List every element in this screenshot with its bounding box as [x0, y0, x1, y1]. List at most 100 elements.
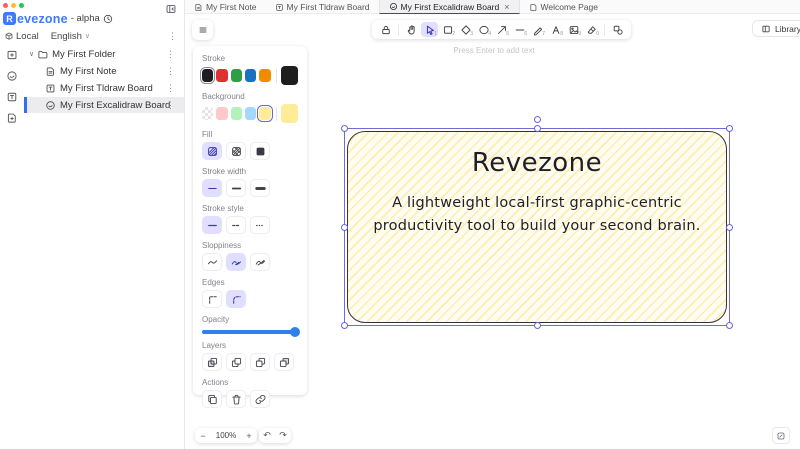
tab-label: My First Excalidraw Board	[400, 1, 500, 12]
tab-welcome-page[interactable]: Welcome Page	[520, 0, 607, 14]
workspace-selector[interactable]: Local	[4, 31, 39, 42]
stroke-color-blue[interactable]	[244, 69, 257, 82]
rotation-handle[interactable]	[533, 116, 541, 123]
lock-icon	[380, 24, 392, 36]
file-plus-icon	[6, 112, 18, 124]
stroke-width-extrabold-button[interactable]	[250, 179, 270, 197]
stroke-style-dashed-button[interactable]	[226, 216, 246, 234]
delete-button[interactable]	[226, 390, 246, 408]
stroke-style-dotted-button[interactable]	[250, 216, 270, 234]
lock-tool-button[interactable]	[377, 22, 394, 37]
library-button[interactable]: Library	[752, 20, 800, 37]
item-menu-button[interactable]: ⋮	[163, 100, 178, 111]
window-zoom-button[interactable]	[19, 3, 24, 8]
tree-folder-my-first-folder[interactable]: ∨ My First Folder ⋮	[24, 46, 184, 62]
sloppiness-cartoonist-button[interactable]	[250, 253, 270, 271]
add-note-button[interactable]	[5, 111, 19, 125]
stroke-color-black[interactable]	[199, 67, 216, 84]
resize-handle-middle-right[interactable]	[726, 223, 733, 231]
arrow-tool-button[interactable]: 5	[493, 22, 510, 37]
stroke-color-orange[interactable]	[259, 69, 271, 82]
redo-button[interactable]: ↷	[275, 428, 291, 443]
resize-handle-bottom-left[interactable]	[341, 322, 348, 329]
window-minimize-button[interactable]	[11, 3, 16, 8]
tab-my-first-tldraw-board[interactable]: My First Tldraw Board	[266, 0, 379, 14]
resize-handle-bottom-right[interactable]	[726, 322, 733, 329]
draw-tool-button[interactable]: 7	[529, 22, 546, 37]
undo-button[interactable]: ↶	[259, 428, 275, 443]
add-excalidraw-board-button[interactable]	[5, 69, 19, 83]
item-menu-button[interactable]: ⋮	[163, 83, 178, 94]
bring-forward-button[interactable]	[250, 353, 270, 371]
background-color-pink[interactable]	[216, 107, 228, 120]
tree-item-my-first-excalidraw-board[interactable]: My First Excalidraw Board ⋮	[24, 97, 184, 113]
language-selector[interactable]: English ∨	[51, 31, 90, 42]
folder-expand-chevron-icon[interactable]: ∨	[29, 50, 34, 58]
hand-tool-button[interactable]	[403, 22, 420, 37]
workspace-label: Local	[16, 30, 39, 42]
canvas-card-shape[interactable]: Revezone A lightweight local-first graph…	[347, 131, 727, 323]
duplicate-button[interactable]	[202, 390, 222, 408]
stroke-style-solid-button[interactable]	[202, 216, 222, 234]
eraser-tool-button[interactable]: 0	[583, 22, 600, 37]
send-to-back-button[interactable]	[202, 353, 222, 371]
background-color-green[interactable]	[230, 107, 242, 120]
zoom-controls: − 100% +	[195, 428, 257, 443]
properties-panel: Stroke Background Fill Stroke width Stro…	[193, 46, 307, 408]
resize-handle-top-left[interactable]	[341, 125, 348, 132]
line-tool-button[interactable]: 6	[511, 22, 528, 37]
tab-my-first-excalidraw-board[interactable]: My First Excalidraw Board ×	[378, 0, 520, 14]
history-clock-icon[interactable]	[103, 14, 113, 24]
link-button[interactable]	[250, 390, 270, 408]
stroke-color-green[interactable]	[230, 69, 242, 82]
add-tldraw-board-button[interactable]	[5, 90, 19, 104]
card-body-text[interactable]: A lightweight local-first graphic-centri…	[348, 192, 726, 238]
rectangle-tool-button[interactable]: 2	[439, 22, 456, 37]
stroke-width-bold-button[interactable]	[226, 179, 246, 197]
edges-sharp-button[interactable]	[202, 290, 222, 308]
resize-handle-bottom-middle[interactable]	[533, 322, 541, 329]
tab-bar: My First Note My First Tldraw Board My F…	[185, 0, 800, 14]
edges-round-button[interactable]	[226, 290, 246, 308]
image-tool-button[interactable]: 9	[565, 22, 582, 37]
collapse-sidebar-button[interactable]	[164, 2, 178, 16]
folder-menu-button[interactable]: ⋮	[163, 49, 178, 60]
item-menu-button[interactable]: ⋮	[163, 66, 178, 77]
card-title-text[interactable]: Revezone	[348, 148, 726, 178]
resize-handle-top-right[interactable]	[726, 125, 733, 132]
help-button[interactable]	[772, 427, 790, 444]
fill-cross-hatch-button[interactable]	[226, 142, 246, 160]
sloppiness-artist-button[interactable]	[226, 253, 246, 271]
send-backward-button[interactable]	[226, 353, 246, 371]
add-folder-button[interactable]	[5, 48, 19, 62]
bring-to-front-button[interactable]	[274, 353, 294, 371]
zoom-in-button[interactable]: +	[241, 428, 257, 443]
sloppiness-architect-button[interactable]	[202, 253, 222, 271]
tree-item-my-first-note[interactable]: My First Note ⋮	[24, 63, 184, 79]
zoom-level-value[interactable]: 100%	[211, 431, 241, 440]
tree-item-my-first-tldraw-board[interactable]: My First Tldraw Board ⋮	[24, 80, 184, 96]
stroke-color-red[interactable]	[216, 69, 228, 82]
text-tool-button[interactable]: 8	[547, 22, 564, 37]
tab-close-icon[interactable]: ×	[504, 2, 509, 12]
workspace-bar: Local English ∨ ⋮	[4, 29, 180, 43]
diamond-tool-button[interactable]: 3	[457, 22, 474, 37]
tab-my-first-note[interactable]: My First Note	[185, 0, 266, 14]
zoom-out-button[interactable]: −	[195, 428, 211, 443]
window-close-button[interactable]	[3, 3, 8, 8]
more-shapes-tool-button[interactable]	[609, 22, 626, 37]
background-color-transparent[interactable]	[202, 107, 214, 120]
background-current-color[interactable]	[281, 104, 298, 123]
opacity-slider[interactable]	[202, 327, 300, 337]
selection-tool-button[interactable]: 1	[421, 22, 438, 37]
fill-hachure-button[interactable]	[202, 142, 222, 160]
background-color-blue[interactable]	[244, 107, 257, 120]
stroke-current-color[interactable]	[281, 66, 298, 85]
canvas-menu-button[interactable]	[192, 20, 213, 40]
stroke-width-thin-button[interactable]	[202, 179, 222, 197]
opacity-slider-knob[interactable]	[290, 327, 300, 337]
workspace-menu-button[interactable]: ⋮	[165, 31, 180, 42]
background-color-yellow[interactable]	[257, 105, 273, 122]
ellipse-tool-button[interactable]: 4	[475, 22, 492, 37]
fill-solid-button[interactable]	[250, 142, 270, 160]
